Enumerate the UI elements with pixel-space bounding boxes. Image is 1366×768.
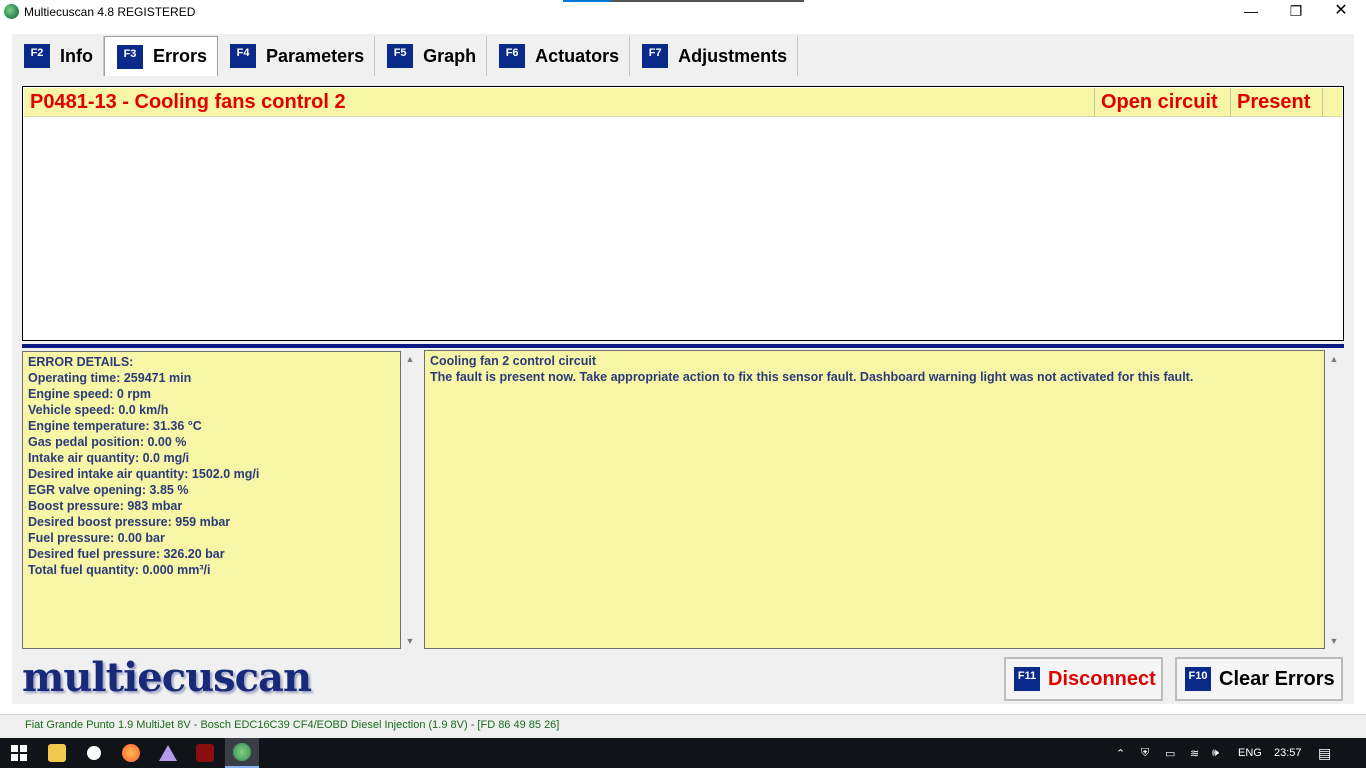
details-line: Gas pedal position: 0.00 % [28,435,187,449]
fkey-badge: F11 [1014,667,1040,691]
error-list: P0481-13 - Cooling fans control 2 Open c… [22,86,1344,341]
disconnect-button[interactable]: F11 Disconnect [1004,657,1163,701]
details-line: ERROR DETAILS: [28,355,134,369]
tab-graph[interactable]: F5 Graph [375,36,488,76]
description-scrollbar[interactable]: ▲ ▼ [1326,351,1342,649]
multiecuscan-icon [233,743,251,761]
error-code: P0481-13 - Cooling fans control 2 [24,88,1095,117]
wifi-icon[interactable]: ≋ [1190,738,1199,768]
error-details-panel: ERROR DETAILS: Operating time: 259471 mi… [22,351,401,649]
maximize-button[interactable]: ❐ [1273,0,1319,24]
fkey-badge: F10 [1185,667,1211,691]
details-line: Engine speed: 0 rpm [28,387,151,401]
folder-icon [48,744,66,762]
multiecuscan-taskbar-button[interactable] [225,738,259,768]
description-title: Cooling fan 2 control circuit [430,354,596,368]
error-description-panel: Cooling fan 2 control circuit The fault … [424,350,1325,649]
details-line: EGR valve opening: 3.85 % [28,483,189,497]
volume-icon[interactable]: 🕪 [1212,738,1219,768]
title-highlight [563,0,804,2]
details-line: Vehicle speed: 0.0 km/h [28,403,169,417]
details-line: Fuel pressure: 0.00 bar [28,531,165,545]
red-app-icon [196,744,214,762]
vehicle-info: Fiat Grande Punto 1.9 MultiJet 8V - Bosc… [25,719,560,731]
tab-label: Info [60,45,93,66]
scroll-up-icon[interactable]: ▲ [1326,351,1342,367]
shield-icon[interactable]: ⛨ [1141,738,1149,768]
windows-logo-icon [11,745,27,761]
close-button[interactable]: ✕ [1318,0,1364,24]
tab-actuators[interactable]: F6 Actuators [487,36,631,76]
fkey-badge: F5 [387,44,414,68]
tab-label: Adjustments [678,45,788,66]
firefox-icon [122,744,140,762]
triangle-app-icon [159,745,177,761]
scroll-down-icon[interactable]: ▼ [1326,633,1342,649]
description-text: The fault is present now. Take appropria… [430,370,1194,384]
disconnect-label: Disconnect [1048,667,1156,690]
fkey-badge: F7 [642,44,669,68]
clock[interactable]: 23:57 [1274,738,1302,768]
multiecuscan-logo: multiecuscan [22,654,312,701]
clear-errors-button[interactable]: F10 Clear Errors [1175,657,1343,701]
language-indicator[interactable]: ENG [1238,738,1262,768]
fkey-badge: F2 [24,44,50,68]
tab-label: Errors [153,46,208,66]
details-scrollbar[interactable]: ▲ ▼ [402,351,418,649]
error-row[interactable]: P0481-13 - Cooling fans control 2 Open c… [24,88,1342,117]
details-line: Desired intake air quantity: 1502.0 mg/i [28,467,260,481]
tab-adjustments[interactable]: F7 Adjustments [630,36,799,76]
app-button[interactable] [151,738,185,768]
tab-label: Actuators [535,45,620,66]
taskbar: ⌃ ⛨ ▭ ≋ 🕪 ENG 23:57 ▤ [0,738,1366,768]
chat-icon [87,746,101,760]
battery-icon[interactable]: ▭ [1165,738,1175,768]
app-button[interactable] [77,738,111,768]
tab-errors[interactable]: F3 Errors [104,36,219,76]
fkey-badge: F3 [117,44,143,69]
status-bar: Fiat Grande Punto 1.9 MultiJet 8V - Bosc… [0,714,1366,738]
tray-expand-icon[interactable]: ⌃ [1116,738,1125,768]
error-extra [1323,88,1342,117]
scroll-up-icon[interactable]: ▲ [402,351,418,367]
error-type: Open circuit [1095,88,1231,117]
start-button[interactable] [8,738,30,768]
error-status: Present [1231,88,1323,117]
details-line: Boost pressure: 983 mbar [28,499,183,513]
notifications-icon[interactable]: ▤ [1318,738,1331,768]
splitter[interactable] [22,344,1344,348]
details-line: Desired fuel pressure: 326.20 bar [28,547,225,561]
title-bar: Multiecuscan 4.8 REGISTERED — ❐ ✕ [0,0,1366,24]
tab-label: Parameters [266,45,365,66]
window-title: Multiecuscan 4.8 REGISTERED [24,5,196,19]
tab-parameters[interactable]: F4 Parameters [218,36,376,76]
fkey-badge: F4 [230,44,257,68]
tab-bar: F2 Info F3 Errors F4 Parameters F5 Graph… [12,36,799,76]
details-line: Desired boost pressure: 959 mbar [28,515,231,529]
tab-info[interactable]: F2 Info [12,36,104,76]
details-line: Operating time: 259471 min [28,371,192,385]
fkey-badge: F6 [499,44,526,68]
tab-label: Graph [423,45,477,66]
firefox-button[interactable] [114,738,148,768]
minimize-button[interactable]: — [1228,0,1274,24]
details-line: Engine temperature: 31.36 °C [28,419,202,433]
clear-errors-label: Clear Errors [1219,667,1335,690]
app-logo-icon [4,4,19,19]
details-line: Total fuel quantity: 0.000 mm³/i [28,563,211,577]
details-line: Intake air quantity: 0.0 mg/i [28,451,190,465]
app-button[interactable] [188,738,222,768]
file-explorer-button[interactable] [40,738,74,768]
scroll-down-icon[interactable]: ▼ [402,633,418,649]
